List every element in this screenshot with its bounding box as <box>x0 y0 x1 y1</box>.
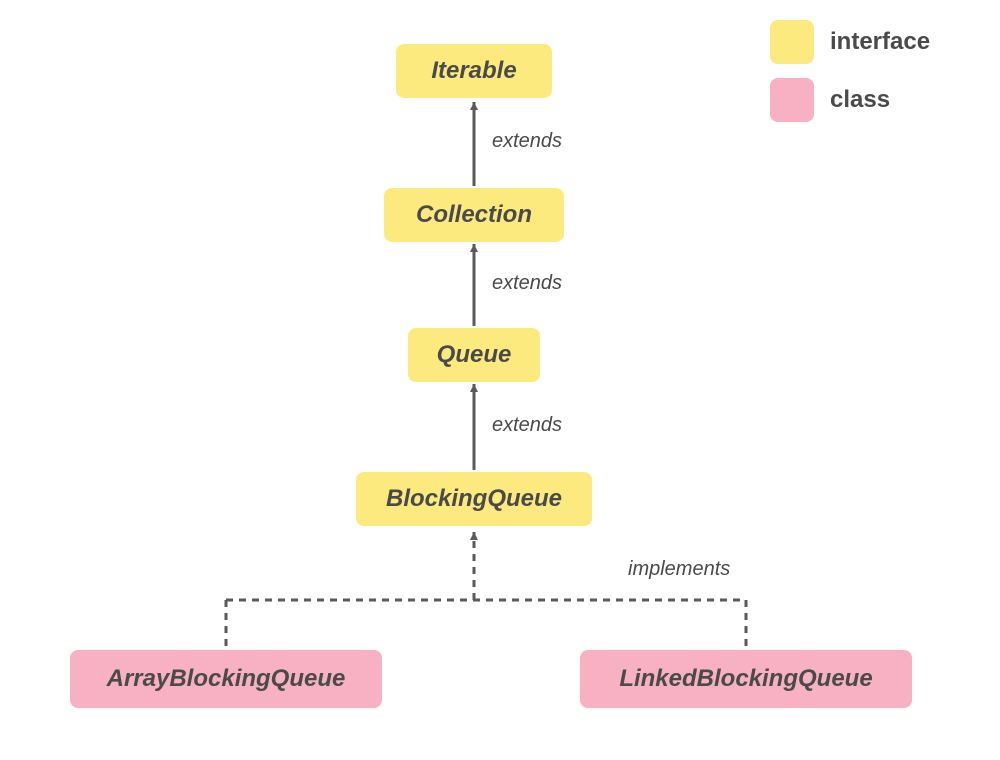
legend-label-class: class <box>830 86 890 114</box>
node-queue: Queue <box>408 328 540 382</box>
edge-label-implements: implements <box>628 558 730 581</box>
node-blockingqueue-label: BlockingQueue <box>386 485 562 513</box>
edge-label-queue-collection: extends <box>492 272 562 295</box>
legend-row-interface: interface <box>770 20 970 64</box>
edge-label-blockingqueue-queue: extends <box>492 414 562 437</box>
legend-swatch-class <box>770 78 814 122</box>
node-collection: Collection <box>384 188 564 242</box>
node-linkedblockingqueue: LinkedBlockingQueue <box>580 650 912 708</box>
node-blockingqueue: BlockingQueue <box>356 472 592 526</box>
node-iterable: Iterable <box>396 44 552 98</box>
node-queue-label: Queue <box>437 341 512 369</box>
node-iterable-label: Iterable <box>431 57 516 85</box>
legend-swatch-interface <box>770 20 814 64</box>
edge-label-collection-iterable: extends <box>492 130 562 153</box>
legend-label-interface: interface <box>830 28 930 56</box>
node-linkedblockingqueue-label: LinkedBlockingQueue <box>619 665 872 693</box>
node-arrayblockingqueue-label: ArrayBlockingQueue <box>107 665 346 693</box>
legend-row-class: class <box>770 78 970 122</box>
node-collection-label: Collection <box>416 201 532 229</box>
node-arrayblockingqueue: ArrayBlockingQueue <box>70 650 382 708</box>
legend: interface class <box>770 20 970 136</box>
